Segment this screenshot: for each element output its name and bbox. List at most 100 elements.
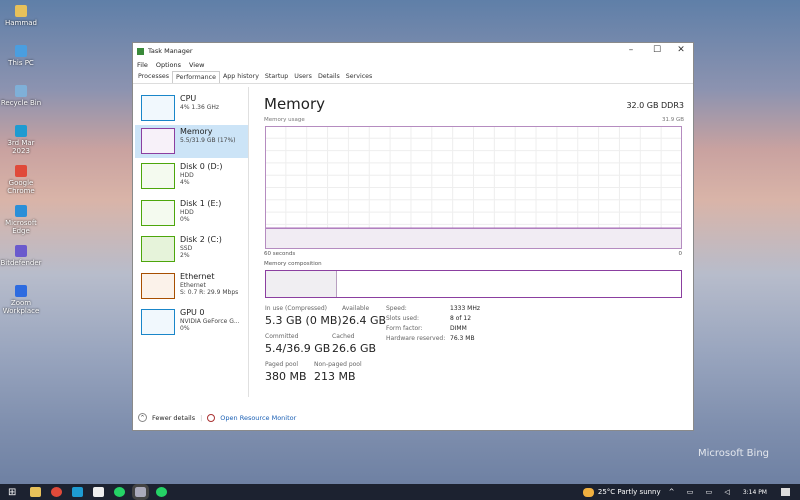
sidebar-thumbnail-graph	[141, 163, 175, 189]
desktop-icon[interactable]: Recycle Bin	[0, 85, 42, 107]
desktop-icon-glyph	[15, 205, 27, 217]
desktop-icon-label: Microsoft Edge	[5, 219, 37, 235]
sidebar-item-memory[interactable]: Memory 5.5/31.9 GB (17%)	[135, 125, 248, 158]
desktop-icon-glyph	[15, 165, 27, 177]
stat-label: Paged pool	[265, 361, 299, 368]
weather-icon[interactable]	[582, 487, 594, 497]
sidebar-item-detail: 5.5/31.9 GB (17%)	[180, 137, 236, 144]
desktop-icon-glyph	[15, 245, 27, 257]
tab-services[interactable]: Services	[343, 71, 376, 83]
menu-options[interactable]: Options	[156, 61, 181, 69]
memory-spec: 32.0 GB DDR3	[626, 101, 684, 110]
desktop-icon-label: This PC	[8, 59, 34, 67]
sidebar-item-cpu[interactable]: CPU 4% 1.36 GHz	[135, 92, 248, 125]
sidebar-item-detail: 4% 1.36 GHz	[180, 104, 220, 111]
desktop-icon[interactable]: Microsoft Edge	[0, 205, 42, 235]
memory-usage-graph	[265, 126, 682, 249]
weather-text[interactable]: 25°C Partly sunny	[598, 488, 661, 496]
desktop-icon-label: Bitdefender	[0, 259, 42, 267]
stat-label: Available	[342, 305, 370, 312]
footer: ^ Fewer details | Open Resource Monitor	[138, 413, 296, 422]
sidebar-item-name: Memory	[180, 127, 213, 136]
spec-label: Hardware reserved:	[386, 335, 446, 342]
stat-label: Committed	[265, 333, 299, 340]
desktop-icon[interactable]: Bitdefender	[0, 245, 42, 267]
max-label: 31.9 GB	[661, 117, 684, 123]
sidebar-thumbnail-graph	[141, 309, 175, 335]
spec-value: 1333 MHz	[450, 305, 481, 312]
desktop-icon-label: Hammad	[5, 19, 37, 27]
desktop-icon-label: Google Chrome	[7, 179, 35, 195]
page-title: Memory	[264, 95, 326, 113]
desktop-icon[interactable]: Zoom Workplace	[0, 285, 42, 315]
stat-value: 5.4/36.9 GB	[265, 342, 331, 355]
sidebar-item-detail: Ethernet	[180, 282, 206, 289]
tray-icons[interactable]: ^ ▭ ▭ ◁	[669, 488, 735, 496]
sidebar-item-name: GPU 0	[180, 308, 205, 317]
sidebar-item-name: Disk 2 (C:)	[180, 235, 222, 244]
time-left: 60 seconds	[264, 251, 296, 257]
chevron-up-icon[interactable]: ^	[138, 413, 147, 422]
tab-app-history[interactable]: App history	[220, 71, 262, 83]
fewer-details-link[interactable]: Fewer details	[152, 414, 195, 422]
desktop-icon[interactable]: This PC	[0, 45, 42, 67]
desktop-icon-glyph	[15, 285, 27, 297]
tab-startup[interactable]: Startup	[262, 71, 291, 83]
spec-value: DIMM	[450, 325, 467, 332]
desktop-icon[interactable]: Hammad	[0, 5, 42, 27]
sidebar-thumbnail-graph	[141, 128, 175, 154]
desktop-icon-label: Recycle Bin	[0, 99, 42, 107]
sidebar-item-disk-0[interactable]: Disk 0 (D:) HDD 4%	[135, 160, 248, 193]
sidebar-item-disk-1[interactable]: Disk 1 (E:) HDD 0%	[135, 197, 248, 230]
tab-details[interactable]: Details	[315, 71, 343, 83]
sidebar-item-gpu[interactable]: GPU 0 NVIDIA GeForce G... 0%	[135, 306, 248, 339]
menu-view[interactable]: View	[189, 61, 204, 69]
store-icon[interactable]	[93, 487, 104, 497]
stat-label: Non-paged pool	[314, 361, 362, 368]
spec-label: Speed:	[386, 305, 407, 312]
tab-performance[interactable]: Performance	[172, 71, 220, 83]
time-right: 0	[678, 251, 683, 257]
minimize-button[interactable]: –	[621, 45, 641, 55]
close-button[interactable]: ✕	[671, 45, 691, 55]
sidebar-item-detail: NVIDIA GeForce G...	[180, 318, 240, 325]
sidebar-item-value: 0%	[180, 325, 190, 332]
memory-composition-bar	[265, 270, 682, 298]
composition-in-use	[266, 271, 337, 297]
taskbar: ⊞ 25°C Partly sunny ^ ▭ ▭ ◁ 3:14 PM	[0, 484, 800, 500]
desktop-icon[interactable]: Google Chrome	[0, 165, 42, 195]
usage-area	[265, 228, 682, 249]
spec-value: 8 of 12	[450, 315, 472, 322]
title-bar[interactable]: Task Manager	[133, 43, 693, 59]
sidebar-item-detail: HDD	[180, 172, 194, 179]
sidebar: CPU 4% 1.36 GHz Memory 5.5/31.9 GB (17%) Dis…	[133, 87, 249, 397]
notification-icon[interactable]	[781, 488, 790, 496]
sidebar-item-value: 2%	[180, 252, 190, 259]
app-icon[interactable]	[72, 487, 83, 497]
desktop-icon[interactable]: 3rd Mar 2023	[0, 125, 42, 155]
whatsapp-icon-2[interactable]	[156, 487, 167, 497]
chrome-icon[interactable]	[51, 487, 62, 497]
spec-label: Form factor:	[386, 325, 423, 332]
whatsapp-icon[interactable]	[114, 487, 125, 497]
tab-users[interactable]: Users	[291, 71, 315, 83]
sidebar-item-disk-2[interactable]: Disk 2 (C:) SSD 2%	[135, 233, 248, 266]
sidebar-item-value: 0%	[180, 216, 190, 223]
tab-processes[interactable]: Processes	[135, 71, 172, 83]
open-resource-monitor-link[interactable]: Open Resource Monitor	[220, 414, 296, 422]
sidebar-item-value: 4%	[180, 179, 190, 186]
sidebar-item-detail: SSD	[180, 245, 193, 252]
start-icon[interactable]: ⊞	[8, 487, 22, 498]
file-explorer-icon[interactable]	[30, 487, 41, 497]
clock[interactable]: 3:14 PM	[743, 489, 767, 496]
sidebar-item-name: Ethernet	[180, 272, 215, 281]
task-manager-taskbar-icon[interactable]	[132, 484, 149, 500]
sidebar-thumbnail-graph	[141, 273, 175, 299]
stat-value: 5.3 GB (0 MB)	[265, 314, 342, 327]
menu-file[interactable]: File	[137, 61, 148, 69]
sidebar-item-name: CPU	[180, 94, 197, 103]
tab-bar: Processes Performance App history Startup Us…	[133, 71, 693, 84]
resource-monitor-icon	[207, 413, 216, 422]
maximize-button[interactable]: ☐	[647, 45, 667, 55]
sidebar-item-ethernet[interactable]: Ethernet Ethernet S: 0.7 R: 29.9 Mbps	[135, 270, 248, 303]
